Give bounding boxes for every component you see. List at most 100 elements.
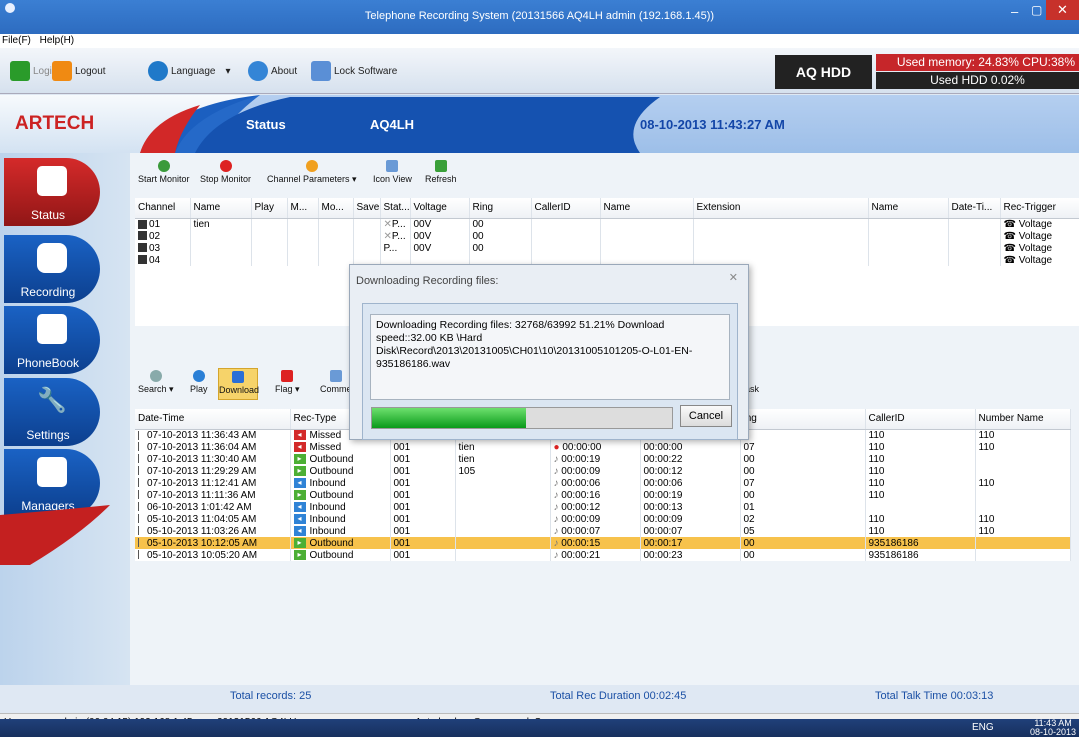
brand-logo: ARTECH (15, 113, 95, 134)
recording-row[interactable]: 07-10-2013 11:12:41 AM ◂ Inbound 001 ♪ 00:00… (135, 477, 1071, 489)
close-button[interactable]: ✕ (1046, 0, 1079, 20)
channel-icon (138, 255, 147, 265)
totals-bar: Total records: 25 Total Rec Duration 00:… (135, 688, 1079, 708)
lock-software-button[interactable]: Lock Software (311, 58, 397, 84)
col-voltage[interactable]: Voltage (410, 198, 470, 219)
recording-row[interactable]: 07-10-2013 11:29:29 AM ▸ Outbound 001 105 ♪ 0… (135, 465, 1071, 477)
comment-button[interactable]: Comme (320, 370, 352, 394)
total-talk-time: Total Talk Time 00:03:13 (875, 690, 994, 702)
status-x-icon: ✕ (383, 218, 392, 230)
taskbar-lang[interactable]: ENG (972, 722, 994, 733)
col-date-time[interactable]: Date-Time (135, 409, 291, 430)
channel-icon (138, 243, 147, 253)
minimize-button[interactable]: – (1011, 4, 1018, 19)
flag-button[interactable]: Flag ▾ (275, 370, 300, 395)
download-status-text: Downloading Recording files: 32768/63992… (370, 314, 730, 400)
mic-icon: ♪ (553, 465, 559, 477)
wrench-icon: 🔧 (37, 387, 67, 414)
recording-row[interactable]: 05-10-2013 11:03:26 AM ◂ Inbound 001 ♪ 00:00… (135, 525, 1071, 537)
inbound-icon: ◂ (293, 477, 306, 488)
col-mo[interactable]: Mo... (318, 198, 354, 219)
col-rec-trigger[interactable]: Rec-Trigger (1000, 198, 1079, 219)
recording-row[interactable]: 05-10-2013 10:12:05 AM ▸ Outbound 001 ♪ 00:0… (135, 537, 1071, 549)
col-save[interactable]: Save (353, 198, 381, 219)
menu-file[interactable]: File(F) (2, 35, 31, 46)
outbound-icon: ▸ (293, 489, 306, 500)
download-button[interactable]: Download (218, 368, 259, 400)
download-icon (232, 371, 244, 383)
missed-record-icon: ● (553, 441, 560, 453)
lock-icon (311, 61, 331, 81)
recording-row[interactable]: 07-10-2013 11:30:40 AM ▸ Outbound 001 tien ♪ … (135, 453, 1071, 465)
mic-icon: ♪ (553, 489, 559, 501)
col-callerid[interactable]: CallerID (531, 198, 601, 219)
inbound-icon: ◂ (293, 501, 306, 512)
sidebar-item-settings[interactable]: 🔧 Settings (4, 378, 100, 446)
logout-button[interactable]: Logout (52, 58, 106, 84)
play-button[interactable]: Play (190, 370, 208, 394)
language-button[interactable]: Language ▾ (148, 58, 231, 84)
flag-icon (138, 466, 144, 476)
recording-icon (37, 243, 67, 273)
dialog-close-button[interactable]: ✕ (729, 271, 738, 284)
download-dialog: Downloading Recording files: ✕ Downloadi… (349, 264, 749, 440)
mic-icon: ♪ (553, 537, 559, 549)
recording-row[interactable]: 07-10-2013 11:36:04 AM ◂ Missed 001 tien ● 00… (135, 441, 1071, 453)
download-progress-bar (371, 407, 673, 429)
missed-icon: ◂ (293, 430, 306, 441)
recording-row[interactable]: 06-10-2013 1:01:42 AM ◂ Inbound 001 ♪ 00:00:… (135, 501, 1071, 513)
channel-parameters-button[interactable]: Channel Parameters ▾ (267, 160, 357, 185)
col-name[interactable]: Name (190, 198, 252, 219)
col-m[interactable]: M... (287, 198, 319, 219)
help-icon (248, 61, 268, 81)
col-date-time[interactable]: Date-Ti... (948, 198, 1001, 219)
taskbar-clock[interactable]: 11:43 AM 08-10-2013 (1030, 719, 1076, 737)
memory-usage: Used memory: 24.83% CPU:38% (876, 54, 1079, 71)
col-name-2[interactable]: Name (600, 198, 694, 219)
col-play[interactable]: Play (251, 198, 288, 219)
flag-icon (138, 442, 144, 452)
sidebar-item-status[interactable]: Status (4, 158, 100, 226)
sidebar-item-phonebook[interactable]: PhoneBook (4, 306, 100, 374)
icon-view-button[interactable]: Icon View (373, 160, 412, 184)
channel-row[interactable]: 03 P... 00V 00 ☎ Voltage (135, 242, 1079, 254)
monitor-icon (157, 160, 170, 172)
mic-icon: ♪ (553, 525, 559, 537)
refresh-button[interactable]: Refresh (425, 160, 457, 184)
col-name-3[interactable]: Name (868, 198, 949, 219)
dialog-body: Downloading Recording files: 32768/63992… (362, 303, 738, 440)
channel-row[interactable]: 01 tien ✕P... 00V 00 ☎ Voltage (135, 218, 1079, 230)
col-extension[interactable]: Extension (693, 198, 869, 219)
col-ring[interactable]: ing (740, 409, 866, 430)
login-icon (10, 61, 30, 81)
stop-monitor-button[interactable]: Stop Monitor (200, 160, 251, 184)
outbound-icon: ▸ (293, 453, 306, 464)
col-ring[interactable]: Ring (469, 198, 532, 219)
col-stat[interactable]: Stat... (380, 198, 411, 219)
col-number-name[interactable]: Number Name (975, 409, 1071, 430)
parameters-icon (305, 160, 318, 172)
menu-help[interactable]: Help(H) (40, 35, 74, 46)
start-monitor-button[interactable]: Start Monitor (138, 160, 190, 184)
status-x-icon: ✕ (383, 230, 392, 242)
channel-row[interactable]: 02 ✕P... 00V 00 ☎ Voltage (135, 230, 1079, 242)
login-button[interactable]: Login (10, 58, 57, 84)
status-icon (37, 166, 67, 196)
col-channel[interactable]: Channel (135, 198, 191, 219)
dialog-title: Downloading Recording files: (356, 275, 499, 287)
cancel-button[interactable]: Cancel (680, 405, 732, 427)
download-progress-fill (372, 408, 526, 428)
channel-icon (138, 219, 147, 229)
search-button[interactable]: Search ▾ (138, 370, 174, 395)
recording-row[interactable]: 07-10-2013 11:11:36 AM ▸ Outbound 001 ♪ 00:0… (135, 489, 1071, 501)
flag-icon (138, 550, 144, 560)
device-name: AQ HDD (775, 55, 872, 89)
sidebar-item-recording[interactable]: Recording (4, 235, 100, 303)
recording-row[interactable]: 05-10-2013 11:04:05 AM ◂ Inbound 001 ♪ 00:00… (135, 513, 1071, 525)
phone-icon: ☎ (1003, 254, 1019, 266)
total-records: Total records: 25 (230, 690, 312, 702)
col-callerid[interactable]: CallerID (865, 409, 976, 430)
recording-row[interactable]: 05-10-2013 10:05:20 AM ▸ Outbound 001 ♪ 00:0… (135, 549, 1071, 561)
about-button[interactable]: About (248, 58, 297, 84)
maximize-button[interactable]: ▢ (1031, 3, 1042, 17)
